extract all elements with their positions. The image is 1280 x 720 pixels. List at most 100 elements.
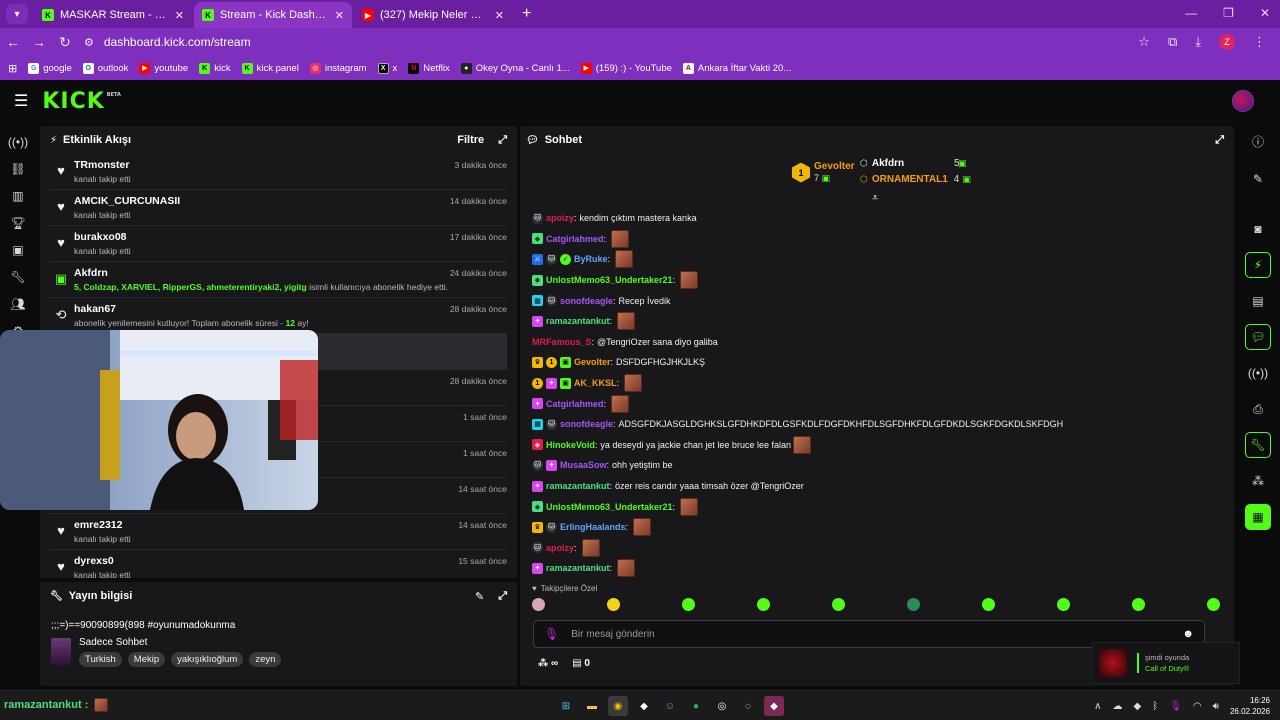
close-tab-icon[interactable]: ✕ [335, 9, 344, 22]
emote-image[interactable] [633, 518, 652, 537]
activity-item[interactable]: ♥ burakxo08 kanalı takip etti 17 dakika önc… [50, 226, 507, 262]
emote-image[interactable] [624, 374, 643, 393]
stream-broadcast-icon[interactable]: ((•)) [0, 128, 36, 155]
chat-username[interactable]: MRFamous_S [532, 337, 592, 347]
spotify-icon[interactable]: ● [686, 696, 706, 716]
chat-username[interactable]: HinokeVoid [546, 440, 595, 450]
broadcast-icon[interactable]: ((•)) [1245, 360, 1271, 386]
close-tab-icon[interactable]: ✕ [495, 9, 504, 22]
minimize-icon[interactable]: — [1185, 6, 1197, 20]
emote-image[interactable] [680, 271, 699, 290]
subscriber-emote[interactable] [982, 598, 995, 611]
bookmark-item[interactable]: ● Okey Oyna - Canlı 1... [460, 62, 570, 74]
browser-tab[interactable]: K Stream - Kick Dashboard ✕ [194, 2, 352, 28]
stream-tag[interactable]: yakışıklıoğlum [171, 652, 244, 667]
subscriber-emote[interactable] [682, 598, 695, 611]
bookmark-item[interactable]: ◎ instagram [309, 62, 367, 74]
activity-username[interactable]: dyrexs0 [74, 555, 507, 567]
emoji-picker-icon[interactable]: ☻ [1182, 628, 1194, 640]
chat-username[interactable]: apoizy [546, 213, 574, 223]
tab-search-button[interactable]: ▾ [6, 4, 28, 24]
browser-tab[interactable]: ▶ (327) Mekip Neler Neler 50.8ö ✕ [354, 2, 512, 28]
chat-username[interactable]: AK_KKSL [574, 378, 617, 388]
analytics-icon[interactable]: ▥ [0, 182, 36, 209]
chat-username[interactable]: ramazantankut [546, 316, 610, 326]
activity-username[interactable]: Akfdrn [74, 267, 507, 279]
trophy-icon[interactable]: 🏆︎ [0, 209, 36, 236]
chat-username[interactable]: ramazantankut [546, 563, 610, 573]
chat-message[interactable]: 🐱︎ ✦ MusaaSow: ohh yetiştim be [532, 455, 1222, 476]
bookmark-item[interactable]: Kkick panel [241, 62, 299, 74]
subscriber-emote[interactable] [832, 598, 845, 611]
chat-username[interactable]: ramazantankut [546, 481, 610, 491]
back-icon[interactable]: ← [0, 34, 26, 50]
chat-username[interactable]: UnlostMemo63_Undertaker21 [546, 502, 673, 512]
url-input[interactable]: ⚙ dashboard.kick.com/stream [84, 31, 1138, 53]
subscriber-emote[interactable] [1132, 598, 1145, 611]
chat-message[interactable]: ◆ UnlostMemo63_Undertaker21: [532, 270, 1222, 291]
channel-points-infinity-icon[interactable]: ⁂ ∞ [538, 658, 558, 669]
link-icon[interactable]: ⛓ [0, 155, 36, 182]
epic-icon[interactable]: ◌ [738, 696, 758, 716]
emote-image[interactable] [611, 229, 630, 248]
activity-username[interactable]: hakan67 [74, 303, 507, 315]
mic-tray-icon[interactable]: 🎙︎ [1169, 701, 1182, 712]
popout-icon[interactable]: ⤢ [498, 590, 507, 603]
activity-username[interactable]: TRmonster [74, 159, 507, 171]
pencil-icon[interactable]: ✎ [1245, 166, 1271, 192]
chat-username[interactable]: ByRuke [574, 254, 608, 264]
chat-toggle-icon[interactable]: 💬︎ [1245, 324, 1271, 350]
user-avatar[interactable] [1232, 90, 1254, 112]
stream-tag[interactable]: Turkish [79, 652, 122, 667]
emote-image[interactable] [617, 312, 636, 331]
close-tab-icon[interactable]: ✕ [175, 9, 184, 22]
activity-username[interactable]: burakxo08 [74, 231, 507, 243]
chat-username[interactable]: sonofdeagle [560, 296, 613, 306]
restore-icon[interactable]: ❐ [1223, 6, 1234, 20]
chat-message[interactable]: ✦ Catgirlahmed: [532, 393, 1222, 414]
activity-item[interactable]: ♥ dyrexs0 kanalı takip etti 15 saat önce [50, 550, 507, 578]
subscriber-emote[interactable] [1057, 598, 1070, 611]
browser-tab[interactable]: K MASKAR Stream - Watch Live o ✕ [34, 2, 192, 28]
emote-image[interactable] [680, 497, 699, 516]
steam-tray-icon[interactable]: ◆ [1134, 701, 1142, 712]
chat-message[interactable]: ⚔ 🐱︎ ✓ ByRuke: [532, 249, 1222, 270]
activity-username[interactable]: AMCIK_CURCUNASII [74, 195, 507, 207]
chat-message[interactable]: ▦ 🐱︎ sonofdeagle: Recep İvedik [532, 290, 1222, 311]
reload-icon[interactable]: ↻ [52, 34, 78, 51]
steam-icon[interactable]: ◆ [634, 696, 654, 716]
bookmark-item[interactable]: ▶ (159) :) - YouTube [580, 62, 672, 74]
chat-message[interactable]: ◆ UnlostMemo63_Undertaker21: [532, 496, 1222, 517]
chat-username[interactable]: Catgirlahmed [546, 399, 604, 409]
browser-menu-icon[interactable]: ⋮ [1253, 34, 1266, 50]
activity-item[interactable]: ♥ TRmonster kanalı takip etti 3 dakika önce [50, 154, 507, 190]
users-icon[interactable]: 👥︎ [0, 290, 36, 317]
activity-item[interactable]: ⟲ hakan67 abonelik yenilemesini kutluyor! … [50, 298, 507, 334]
game-icon[interactable]: ▦ [1245, 504, 1271, 530]
system-clock[interactable]: 16:26 26.02.2026 [1230, 695, 1270, 717]
chat-username[interactable]: Catgirlahmed [546, 234, 604, 244]
popout-icon[interactable]: ⤢ [498, 134, 507, 147]
chat-username[interactable]: sonofdeagle [560, 419, 613, 429]
camera-icon[interactable]: ◙ [1245, 216, 1271, 242]
activity-item[interactable]: ▣ Akfdrn 5, Coldzap, XARVIEL, RipperGS, ah… [50, 262, 507, 298]
edit-pencil-icon[interactable]: ✎ [475, 590, 484, 603]
chat-message[interactable]: ✦ ramazantankut: [532, 558, 1222, 579]
bookmark-item[interactable]: Xx [377, 62, 397, 74]
windows-start-icon[interactable]: ⊞ [556, 696, 576, 716]
chat-message[interactable]: MRFamous_S: @TengriOzer sana diyo galiba [532, 332, 1222, 353]
subscriber-emote[interactable] [607, 598, 620, 611]
quick-actions-icon[interactable]: ⚡︎ [1245, 252, 1271, 278]
chat-message[interactable]: ▦ 🐱︎ sonofdeagle: ADSGFDKJASGLDGHKSLGFDHKDF… [532, 414, 1222, 435]
chat-message[interactable]: 1 ✦ ▣ AK_KKSL: [532, 373, 1222, 394]
wifi-icon[interactable]: ◠ [1193, 701, 1202, 712]
stream-tag[interactable]: Mekip [127, 652, 166, 667]
chrome-icon[interactable]: ◉ [608, 696, 628, 716]
apps-grid-icon[interactable]: ⊞ [8, 62, 17, 75]
bookmark-item[interactable]: Ggoogle [28, 62, 72, 74]
obs-icon[interactable]: ◎ [712, 696, 732, 716]
steam-app-icon[interactable]: ◆ [764, 696, 784, 716]
hamburger-menu-icon[interactable]: ☰ [14, 91, 28, 111]
site-info-icon[interactable]: ⚙ [84, 36, 94, 49]
discord-icon[interactable]: ☺ [660, 696, 680, 716]
